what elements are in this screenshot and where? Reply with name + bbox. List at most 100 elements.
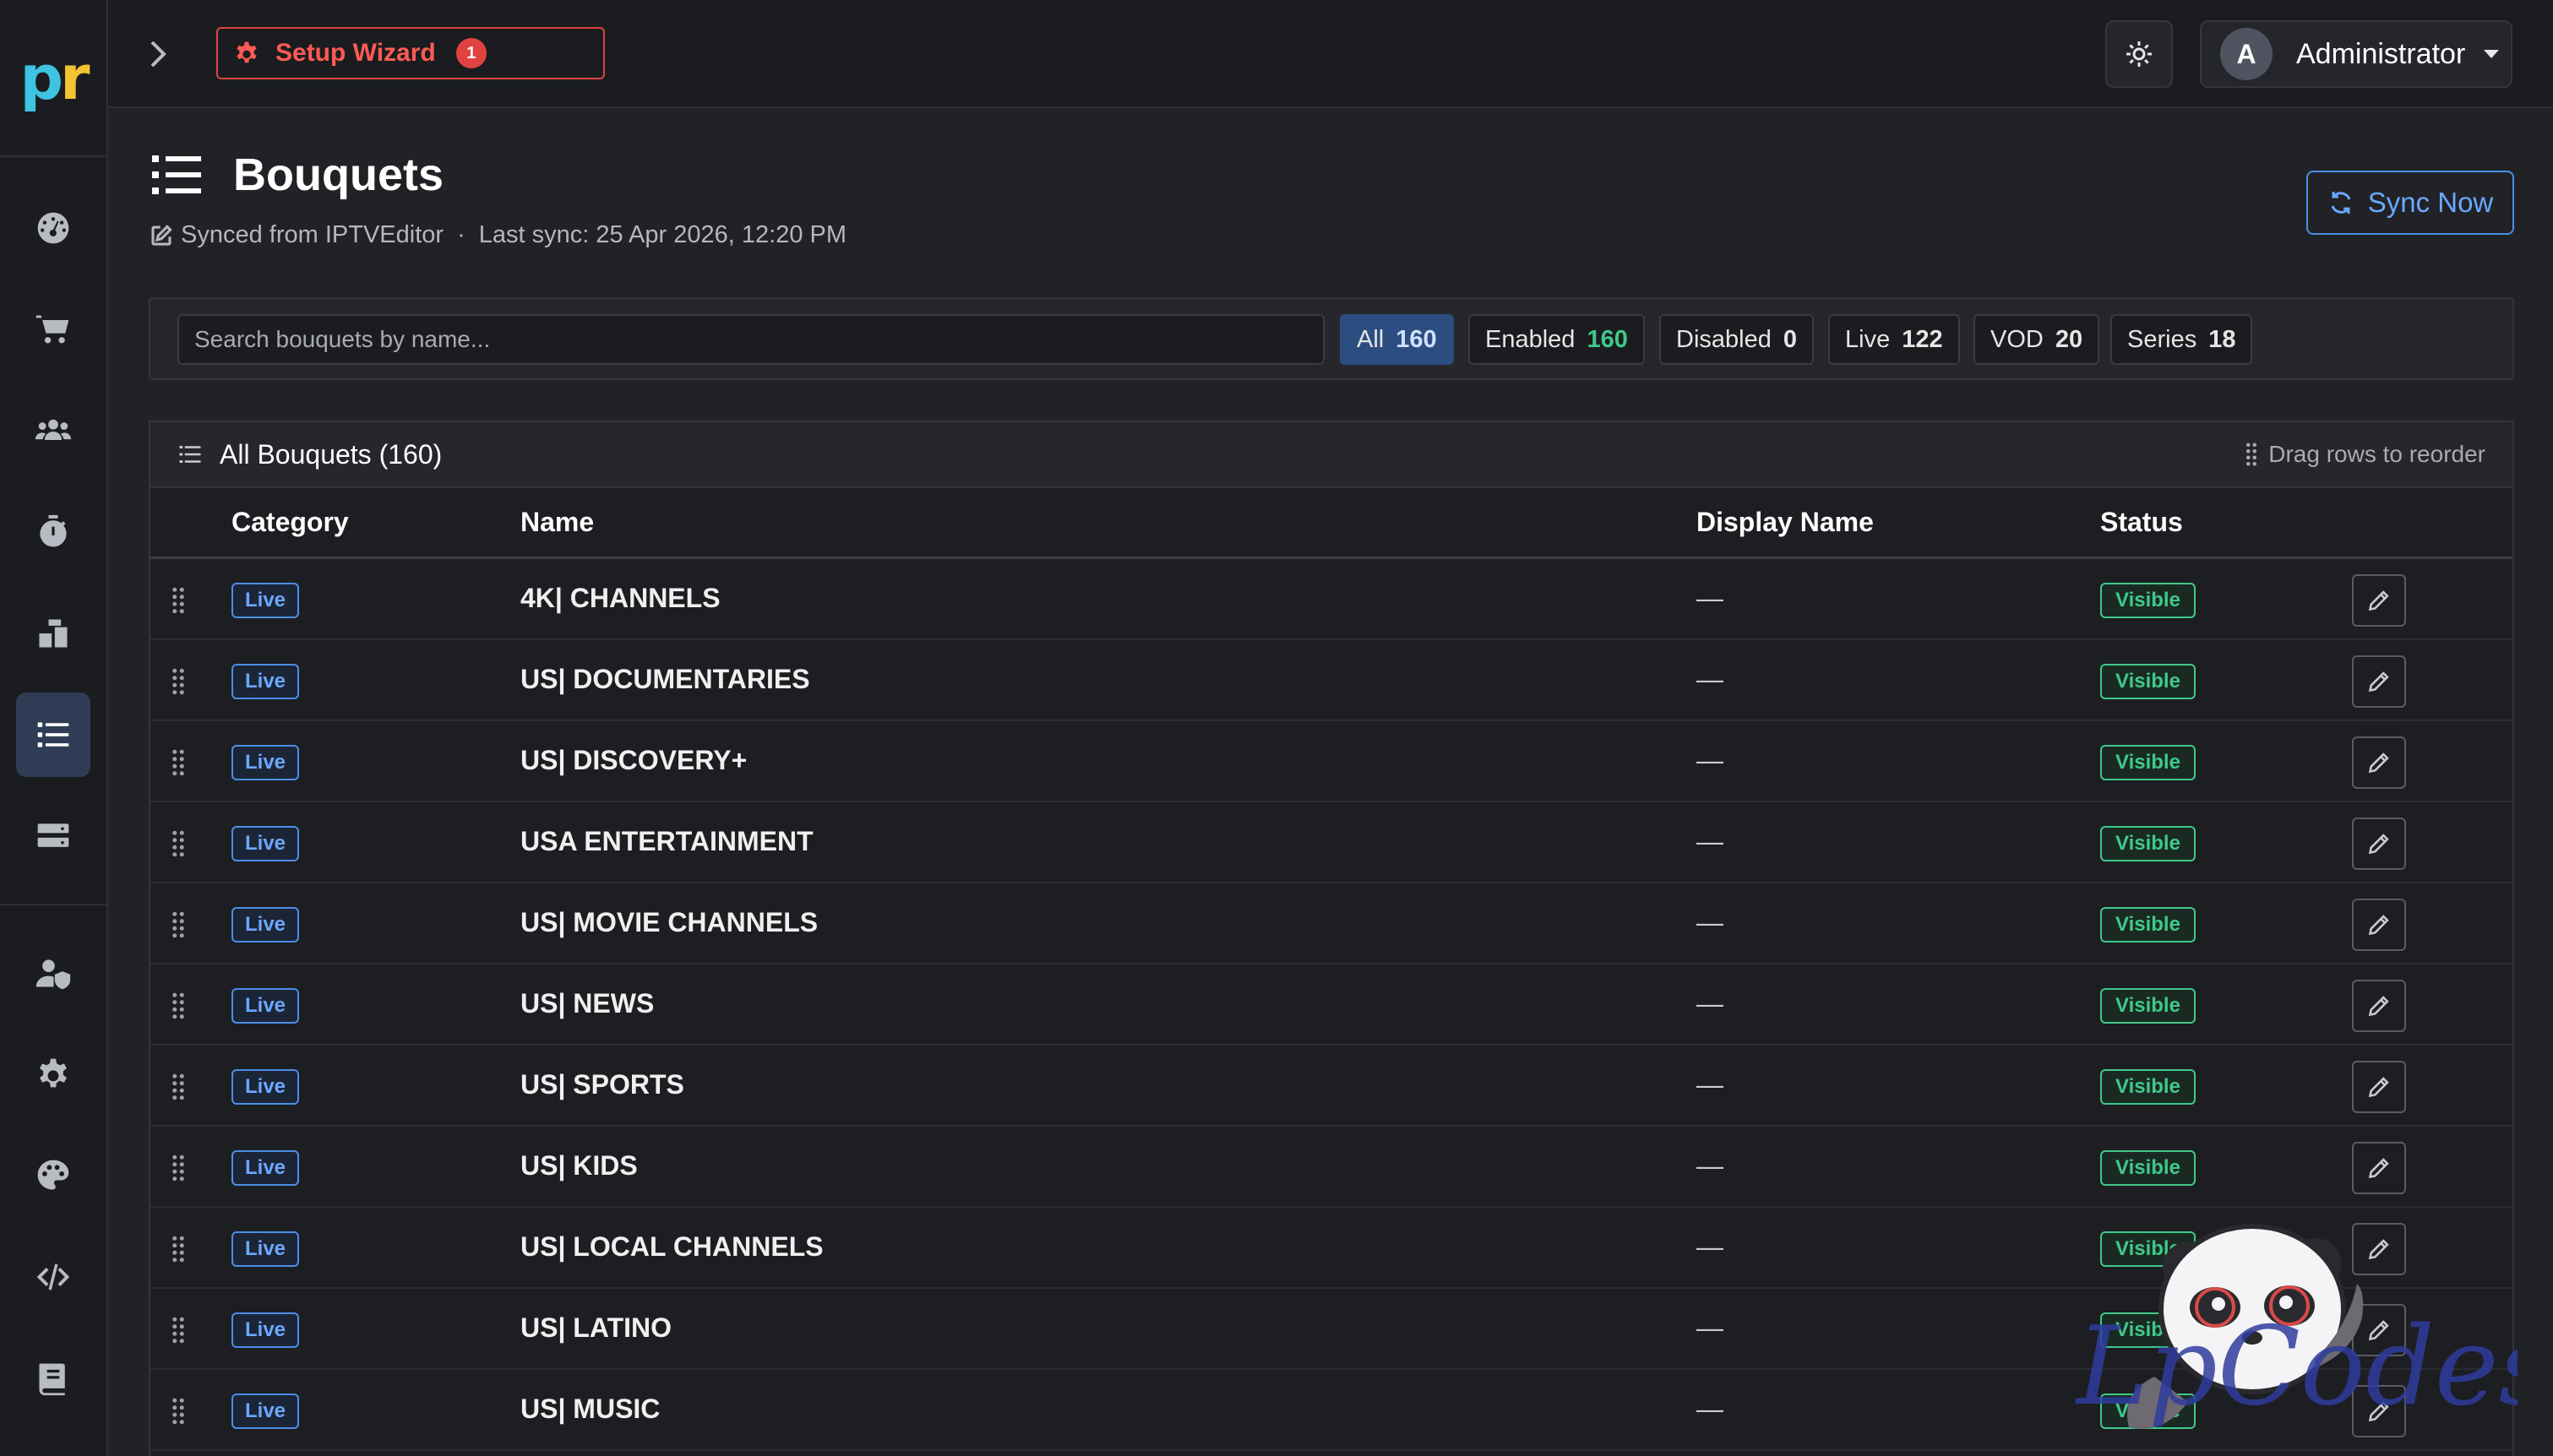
column-header-display-name[interactable]: Display Name: [1696, 507, 1874, 538]
sidebar-item-theme[interactable]: [16, 1133, 90, 1218]
filter-bar: All160 Enabled160 Disabled0 Live122 VOD2…: [149, 297, 2514, 380]
drag-handle[interactable]: [171, 910, 186, 939]
sidebar-item-developer[interactable]: [16, 1235, 90, 1319]
bouquet-name: US| MUSIC: [520, 1394, 661, 1424]
pencil-icon: [2368, 752, 2389, 774]
sidebar-item-timers[interactable]: [16, 490, 90, 574]
table-row[interactable]: Live US| MUSIC — Visible: [150, 1370, 2512, 1451]
sidebar-item-users[interactable]: [16, 388, 90, 473]
edit-button[interactable]: [2352, 1142, 2406, 1194]
pencil-icon: [2368, 915, 2389, 936]
drag-handle[interactable]: [171, 1235, 186, 1263]
list-icon: [179, 446, 201, 463]
sidebar-item-bouquets[interactable]: [16, 693, 90, 777]
filter-chip-live[interactable]: Live 122: [1828, 314, 1960, 365]
display-name: —: [1696, 1394, 1723, 1424]
separator-dot: ·: [457, 221, 465, 248]
user-menu-button[interactable]: A Administrator: [2200, 20, 2512, 88]
edit-button[interactable]: [2352, 1223, 2406, 1275]
category-badge: Live: [231, 1312, 300, 1348]
grip-vertical-icon: [172, 1317, 184, 1344]
gear-icon: [237, 41, 257, 63]
category-badge: Live: [231, 1231, 300, 1267]
search-input[interactable]: [177, 314, 1325, 365]
chevron-right-icon: [150, 41, 166, 68]
drag-handle[interactable]: [171, 1073, 186, 1101]
edit-button[interactable]: [2352, 1385, 2406, 1437]
drag-handle[interactable]: [171, 586, 186, 615]
table-row[interactable]: Live US| KIDS — Visible: [150, 1127, 2512, 1208]
table-row[interactable]: Live US| LOCAL CHANNELS — Visible: [150, 1208, 2512, 1289]
table-row[interactable]: Live US| NEWS — Visible: [150, 964, 2512, 1046]
grip-vertical-icon: [172, 1398, 184, 1425]
category-badge: Live: [231, 664, 300, 699]
page-title: Bouquets: [233, 149, 444, 200]
pencil-icon: [2368, 671, 2389, 693]
edit-button[interactable]: [2352, 899, 2406, 951]
card-header: All Bouquets (160) Drag rows to reorder: [150, 422, 2512, 488]
filter-chip-vod[interactable]: VOD 20: [1973, 314, 2100, 365]
filter-chip-enabled[interactable]: Enabled 160: [1468, 314, 1645, 365]
sidebar-item-packages[interactable]: [16, 591, 90, 676]
bouquet-name: 4K| CHANNELS: [520, 583, 721, 613]
column-header-name[interactable]: Name: [520, 507, 594, 538]
setup-wizard-label: Setup Wizard: [275, 39, 436, 67]
sun-icon: [2126, 41, 2152, 67]
setup-wizard-button[interactable]: Setup Wizard 1: [216, 27, 605, 79]
column-header-status[interactable]: Status: [2100, 507, 2183, 538]
edit-button[interactable]: [2352, 980, 2406, 1032]
grip-vertical-icon: [172, 911, 184, 938]
edit-button[interactable]: [2352, 1061, 2406, 1113]
table-row[interactable]: Live US| MOVIE CHANNELS — Visible: [150, 883, 2512, 964]
drag-handle[interactable]: [171, 991, 186, 1020]
edit-button[interactable]: [2352, 655, 2406, 708]
edit-button[interactable]: [2352, 818, 2406, 870]
sidebar-item-dashboard[interactable]: [16, 186, 90, 270]
sidebar-item-logs[interactable]: [16, 1336, 90, 1421]
drag-handle[interactable]: [171, 667, 186, 696]
display-name: —: [1696, 988, 1723, 1019]
pencil-icon: [2368, 1401, 2389, 1422]
edit-button[interactable]: [2352, 736, 2406, 789]
filter-chip-series[interactable]: Series 18: [2110, 314, 2253, 365]
table-row[interactable]: Live US| DISCOVERY+ — Visible: [150, 721, 2512, 802]
filter-chip-disabled[interactable]: Disabled 0: [1659, 314, 1814, 365]
palette-icon: [37, 1160, 69, 1190]
stopwatch-icon: [40, 514, 67, 547]
brand-logo[interactable]: pr: [0, 0, 106, 157]
bouquet-name: US| DISCOVERY+: [520, 745, 748, 775]
edit-button[interactable]: [2352, 1304, 2406, 1356]
bouquet-name: US| NEWS: [520, 988, 655, 1019]
caret-down-icon: [2484, 50, 2500, 58]
filter-chip-all[interactable]: All 160: [1340, 314, 1454, 365]
theme-toggle-button[interactable]: [2105, 20, 2173, 88]
list-icon: [152, 155, 201, 194]
column-header-category[interactable]: Category: [231, 507, 349, 538]
table-row[interactable]: Live 4K| CHANNELS — Visible: [150, 559, 2512, 640]
sidebar-item-admins[interactable]: [16, 931, 90, 1015]
display-name: —: [1696, 907, 1723, 937]
sync-now-button[interactable]: Sync Now: [2306, 171, 2514, 235]
drag-handle[interactable]: [171, 1397, 186, 1426]
bouquet-name: US| SPORTS: [520, 1069, 684, 1100]
table-row[interactable]: Live US| DOCUMENTARIES — Visible: [150, 640, 2512, 721]
sidebar-item-settings[interactable]: [16, 1032, 90, 1116]
sync-info: Synced from IPTVEditor · Last sync: 25 A…: [149, 221, 846, 249]
topbar: Setup Wizard 1 A Administrator: [108, 0, 2553, 108]
sidebar-item-servers[interactable]: [16, 794, 90, 878]
status-badge: Visible: [2100, 1394, 2196, 1429]
pencil-icon: [2368, 590, 2389, 611]
drag-handle[interactable]: [171, 748, 186, 777]
drag-handle[interactable]: [171, 1154, 186, 1182]
edit-button[interactable]: [2352, 574, 2406, 627]
table-row[interactable]: Live US| SPORTS — Visible: [150, 1046, 2512, 1127]
table-row[interactable]: Live US| LATINO — Visible: [150, 1289, 2512, 1370]
sidebar-divider: [0, 904, 108, 905]
table-row[interactable]: Live USA ENTERTAINMENT — Visible: [150, 802, 2512, 883]
drag-handle[interactable]: [171, 829, 186, 858]
drag-handle[interactable]: [171, 1316, 186, 1345]
avatar: A: [2220, 28, 2273, 80]
users-icon: [35, 419, 72, 440]
sidebar-toggle-button[interactable]: [133, 30, 181, 78]
sidebar-item-orders[interactable]: [16, 287, 90, 372]
